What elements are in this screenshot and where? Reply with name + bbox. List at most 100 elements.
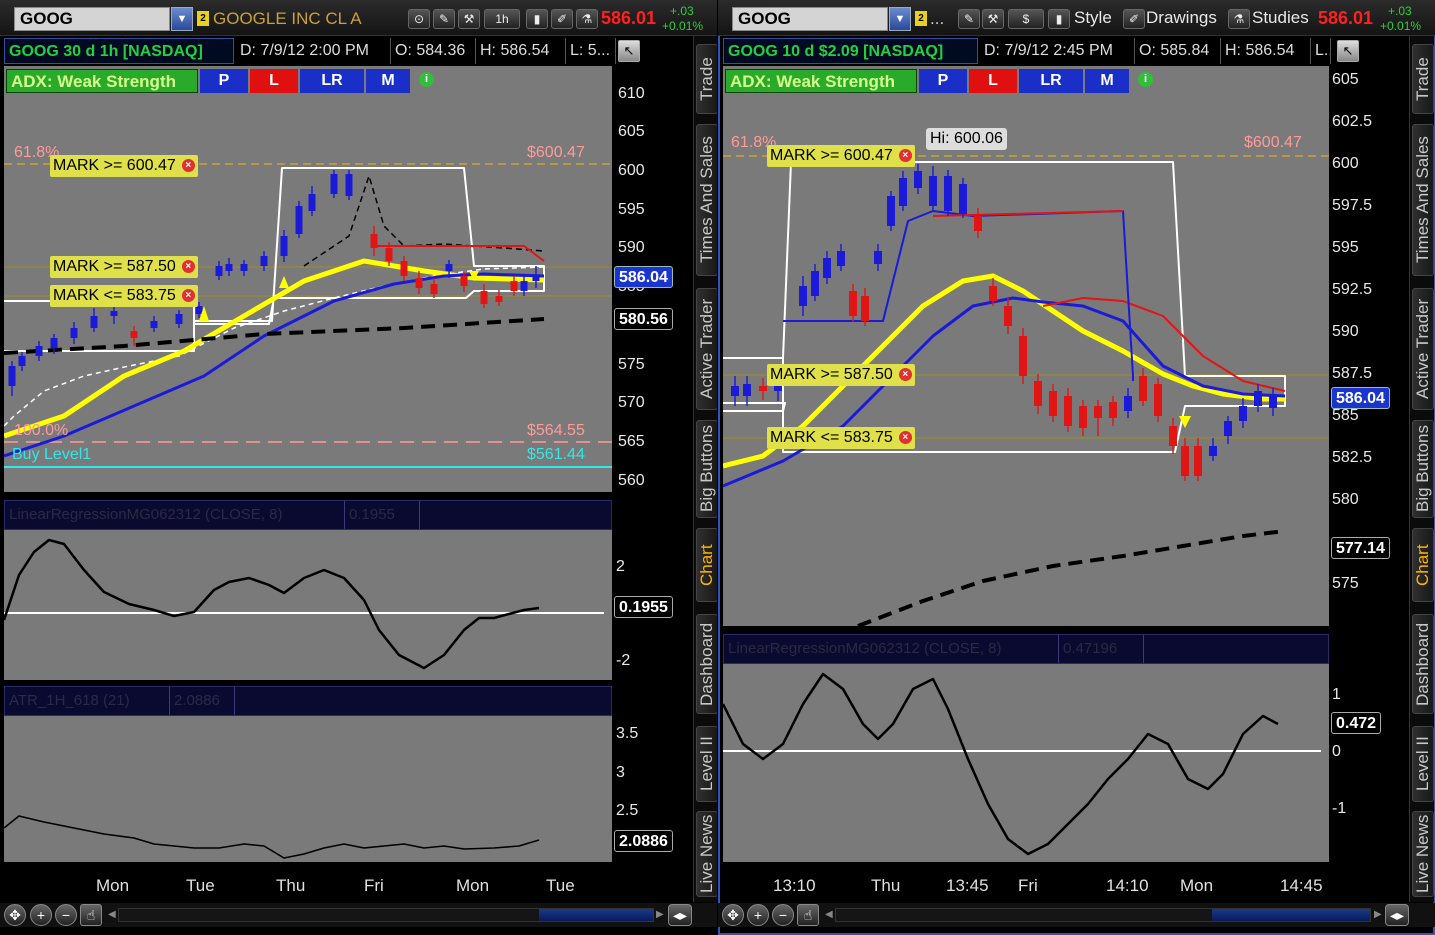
sidebar-tab-dashboard[interactable]: Dashboard [696,614,717,714]
l-button[interactable]: L [250,69,298,93]
chart-header: GOOG 30 d 1h [NASDAQ] D: 7/9/12 2:00 PM … [4,38,644,64]
studies-button[interactable]: Studies [1252,8,1309,28]
scroll-left-icon[interactable]: ◀ [108,909,116,920]
p-button[interactable]: P [919,69,967,93]
remove-alert-icon[interactable]: × [181,260,195,273]
sidebar-tab-live-news[interactable]: Live News [696,811,717,897]
crosshair-tool-icon[interactable]: ↖ [1337,40,1359,62]
m-button[interactable]: M [1085,69,1129,93]
sidebar-tab-active-trader[interactable]: Active Trader [696,288,717,410]
studies-icon[interactable]: ⚗ [576,9,598,29]
scroll-right-icon[interactable]: ▶ [1374,909,1382,920]
lr-button[interactable]: LR [1019,69,1083,93]
alert-600-47[interactable]: MARK >= 600.47 × [767,145,915,167]
candle-type-icon[interactable]: ▮ [526,9,548,29]
chart-title[interactable]: GOOG 10 d $2.09 [NASDAQ] [723,38,978,64]
style-icon[interactable]: ⊙ [408,9,430,29]
crosshair-tool-icon[interactable]: ↖ [618,40,640,62]
last-price: 586.01 [601,8,657,28]
remove-alert-icon[interactable]: × [898,431,912,444]
study2-axis-label: 3.5 [616,725,639,742]
time-scrollbar[interactable] [118,908,654,922]
symbol-input[interactable]: GOOG [732,7,888,31]
alert-583-75[interactable]: MARK <= 583.75 × [50,285,198,307]
studies-icon[interactable]: ⚗ [1228,9,1250,29]
link-group-badge[interactable]: 2 [915,11,927,26]
link-group-badge[interactable]: 2 [197,11,209,26]
sidebar-tab-big-buttons[interactable]: Big Buttons [696,420,717,518]
scroll-thumb[interactable] [539,909,653,921]
study1-plot[interactable] [4,530,612,680]
sidebar-tab-trade[interactable]: Trade [696,44,717,114]
sidebar-tab-level-ii[interactable]: Level II [1412,726,1434,802]
symbol-dropdown-icon[interactable]: ▼ [171,7,193,31]
expand-icon[interactable]: ◂▸ [1385,904,1409,926]
expand-icon[interactable]: ◂▸ [668,904,692,926]
scroll-thumb[interactable] [1212,909,1370,921]
wrench-icon[interactable]: ⚒ [982,9,1004,29]
p-button[interactable]: P [200,69,248,93]
sidebar-tab-chart[interactable]: Chart [1412,528,1434,602]
wrench-icon[interactable]: ⚒ [458,9,480,29]
symbol-input[interactable]: GOOG [14,7,170,31]
alert-587-50[interactable]: MARK >= 587.50 × [50,256,198,278]
drawings-button[interactable]: Drawings [1146,8,1217,28]
zoom-out-icon[interactable]: − [772,904,794,926]
sidebar-tab-live-news[interactable]: Live News [1412,811,1434,897]
price-plot[interactable]: ADX: Weak Strength P L LR M i Hi: 600.06… [723,66,1329,626]
candle-body [480,291,488,304]
zoom-in-icon[interactable]: + [30,904,52,926]
sidebar-tab-chart[interactable]: Chart [696,528,717,602]
low-readout: L... [1311,38,1331,64]
hand-cursor-icon[interactable]: ☝ [80,904,102,926]
candle-body [849,291,857,316]
price-plot[interactable]: ADX: Weak Strength P L LR M i 61.8% $600… [4,66,612,492]
lr-button[interactable]: LR [300,69,364,93]
drawing-icon[interactable]: ✎ [433,9,455,29]
study2-plot[interactable] [4,716,612,862]
drawing-icon[interactable]: ✎ [958,9,980,29]
sidebar-tab-big-buttons[interactable]: Big Buttons [1412,420,1434,518]
sidebar-tab-times-and-sales[interactable]: Times And Sales [1412,124,1434,276]
chart-title[interactable]: GOOG 30 d 1h [NASDAQ] [4,38,234,64]
study1-svg [4,538,604,670]
buy-level-label: Buy Level1 [12,446,92,463]
remove-alert-icon[interactable]: × [898,149,912,162]
m-button[interactable]: M [366,69,410,93]
pan-icon[interactable]: ✥ [722,904,744,926]
sidebar-tab-dashboard[interactable]: Dashboard [1412,614,1434,714]
candle-body [1224,421,1232,436]
info-icon[interactable]: i [419,72,434,87]
remove-alert-icon[interactable]: × [898,368,912,381]
remove-alert-icon[interactable]: × [181,289,195,302]
zoom-out-icon[interactable]: − [55,904,77,926]
alert-583-75[interactable]: MARK <= 583.75 × [767,427,915,449]
sidebar-tab-trade[interactable]: Trade [1412,44,1434,114]
info-icon[interactable]: i [1138,72,1153,87]
scroll-left-icon[interactable]: ◀ [825,909,833,920]
l-button[interactable]: L [969,69,1017,93]
alert-587-50[interactable]: MARK >= 587.50 × [767,364,915,386]
symbol-dropdown-icon[interactable]: ▼ [889,7,911,31]
sidebar-tab-level-ii[interactable]: Level II [696,726,717,802]
currency-button[interactable]: $ [1008,9,1044,29]
aggregation-button[interactable]: 1h [484,9,520,29]
fib-bottom-label: 100.0% [14,422,69,439]
style-button[interactable]: Style [1074,8,1112,28]
candle-body [225,264,233,271]
left-chart-pane: GOOG ▼ 2 GOOGLE INC CL A ⊙ ✎ ⚒ 1h ▮ ✐ ⚗ … [0,0,717,935]
hand-cursor-icon[interactable]: ☝ [797,904,819,926]
zoom-in-icon[interactable]: + [747,904,769,926]
pan-icon[interactable]: ✥ [4,904,26,926]
study1-plot[interactable] [723,664,1329,862]
sidebar-tab-active-trader[interactable]: Active Trader [1412,288,1434,410]
alert-600-47[interactable]: MARK >= 600.47 × [50,155,198,177]
remove-alert-icon[interactable]: × [181,159,195,172]
pencil-icon[interactable]: ✐ [551,9,573,29]
candle-type-icon[interactable]: ▮ [1048,9,1070,29]
scroll-right-icon[interactable]: ▶ [656,909,664,920]
pencil-icon[interactable]: ✐ [1123,9,1145,29]
price-chart-svg [4,163,612,468]
sidebar-tab-times-and-sales[interactable]: Times And Sales [696,124,717,276]
time-scrollbar[interactable] [835,908,1371,922]
